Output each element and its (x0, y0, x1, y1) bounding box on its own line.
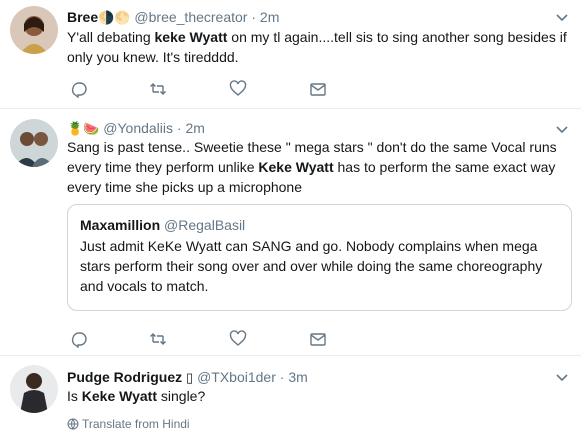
tweet-2[interactable]: 🍍🍉 @Yondaliis · 2m Sang is past tense.. … (0, 109, 581, 355)
tweet-header: Bree🌗🌕 @bree_thecreator · 2m (67, 8, 279, 27)
name-emoji: ▯ (186, 370, 194, 385)
avatar-yondaliis[interactable] (10, 119, 58, 167)
chevron-down-icon[interactable] (555, 370, 569, 384)
heart-icon[interactable] (229, 330, 249, 350)
envelope-icon[interactable] (309, 330, 329, 350)
handle[interactable]: @bree_thecreator (134, 9, 247, 25)
timestamp[interactable]: 2m (260, 9, 279, 25)
highlight-keyword: Keke Wyatt (258, 159, 334, 175)
text-part: Is (67, 388, 82, 404)
translate-link[interactable]: Translate from Hindi (67, 417, 190, 431)
envelope-icon[interactable] (309, 80, 329, 100)
separator: · (279, 369, 285, 385)
reply-icon[interactable] (70, 80, 90, 100)
highlight-keyword: Keke Wyatt (81, 388, 157, 404)
quote-display-name: Maxamillion (80, 217, 161, 233)
separator: · (251, 9, 257, 25)
highlight-keyword: keke Wyatt (154, 29, 228, 45)
avatar-bree[interactable] (10, 6, 58, 54)
tweet-1[interactable]: Bree🌗🌕 @bree_thecreator · 2m Y'all debat… (0, 0, 581, 108)
tweet-text: Sang is past tense.. Sweetie these " meg… (67, 137, 567, 197)
text-part: single? (157, 388, 206, 404)
tweet-header: Pudge Rodriguez ▯ @TXboi1der · 3m (67, 368, 308, 387)
display-name[interactable]: Pudge Rodriguez (67, 369, 182, 385)
globe-icon (67, 418, 79, 430)
timestamp[interactable]: 2m (185, 120, 204, 136)
chevron-down-icon[interactable] (555, 10, 569, 24)
quote-text: Just admit KeKe Wyatt can SANG and go. N… (80, 238, 543, 294)
quoted-tweet[interactable]: Maxamillion @RegalBasil Just admit KeKe … (67, 204, 572, 311)
timestamp[interactable]: 3m (288, 369, 307, 385)
retweet-icon[interactable] (149, 330, 169, 350)
retweet-icon[interactable] (149, 80, 169, 100)
tweet-header: 🍍🍉 @Yondaliis · 2m (67, 119, 205, 138)
quote-header: Maxamillion @RegalBasil (80, 216, 245, 234)
reply-icon[interactable] (70, 330, 90, 350)
name-emoji: 🌗🌕 (98, 10, 131, 25)
translate-label: Translate from Hindi (82, 417, 190, 431)
avatar-pudge[interactable] (10, 365, 58, 413)
tweet-text: Is Keke Wyatt single? (67, 386, 567, 406)
chevron-down-icon[interactable] (555, 122, 569, 136)
display-name[interactable]: Bree (67, 9, 98, 25)
tweet-text: Y'all debating keke Wyatt on my tl again… (67, 27, 567, 67)
heart-icon[interactable] (229, 80, 249, 100)
name-emoji: 🍍🍉 (67, 121, 100, 136)
text-part: Y'all debating (67, 29, 155, 45)
handle[interactable]: @TXboi1der (197, 369, 276, 385)
tweet-3[interactable]: Pudge Rodriguez ▯ @TXboi1der · 3m Is Kek… (0, 356, 581, 440)
handle[interactable]: @Yondaliis (103, 120, 173, 136)
quote-handle: @RegalBasil (164, 217, 246, 233)
separator: · (176, 120, 182, 136)
